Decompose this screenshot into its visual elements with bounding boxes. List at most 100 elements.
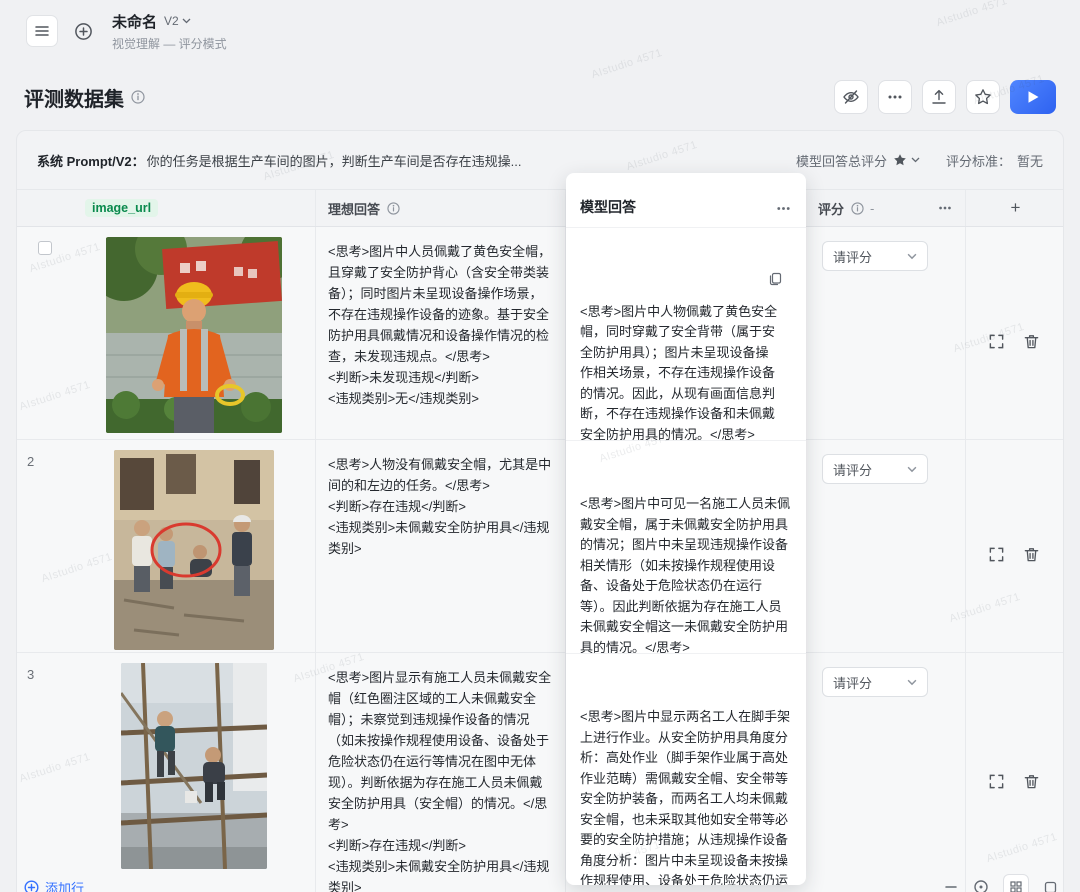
score-placeholder: 请评分 (833, 673, 872, 692)
play-icon (1027, 90, 1040, 104)
footer-tools (943, 874, 1058, 892)
version-selector[interactable]: V2 (164, 14, 191, 28)
eye-off-icon (842, 88, 860, 106)
score-select[interactable]: 请评分 (822, 241, 928, 271)
menu-button[interactable] (26, 15, 58, 47)
footer-collapse-button[interactable] (943, 879, 959, 892)
ideal-answer-text: <思考>图片中人员佩戴了黄色安全帽，且穿戴了安全防护背心（含安全带类装备）；同时… (316, 241, 565, 421)
doc-subtitle: 视觉理解 — 评分模式 (112, 35, 227, 52)
ideal-answer-cell[interactable]: <思考>人物没有佩戴安全帽，尤其是中间的和左边的任务。</思考> <判断>存在违… (316, 440, 566, 652)
more-icon (886, 88, 904, 106)
favorite-button[interactable] (966, 80, 1000, 114)
score-column-more-button[interactable] (937, 200, 953, 216)
hide-columns-button[interactable] (834, 80, 868, 114)
app-header: 未命名 V2 视觉理解 — 评分模式 (0, 0, 1080, 62)
chevron-down-icon (907, 679, 917, 686)
more-icon (775, 200, 792, 217)
header-ideal-answer[interactable]: 理想回答 (316, 190, 566, 226)
model-answer-cell[interactable]: <思考>图片中可见一名施工人员未佩戴安全帽，属于未佩戴安全防护用具的情况；图片中… (566, 440, 806, 653)
expand-row-button[interactable] (988, 456, 1005, 652)
model-column-more-button[interactable] (775, 200, 792, 217)
model-answer-text: <思考>图片中人物佩戴了黄色安全帽，同时穿戴了安全背带（属于安全防护用具）；图片… (580, 302, 792, 441)
table-header-row: image_url 理想回答 评分 - (17, 189, 1063, 227)
score-label: 评分 (818, 199, 844, 218)
score-placeholder: 请评分 (833, 247, 872, 266)
chevron-down-icon (911, 157, 920, 163)
model-answer-text: <思考>图片中显示两名工人在脚手架上进行作业。从安全防护用具角度分析：高处作业（… (580, 707, 792, 885)
add-column-button[interactable]: + (966, 190, 1065, 226)
footer-grid-view-button[interactable] (1003, 874, 1029, 892)
page-title: 评测数据集 (24, 83, 124, 112)
footer-expand-button[interactable] (1043, 880, 1058, 892)
plus-circle-icon (24, 880, 39, 892)
row-number-cell: 2 (17, 440, 73, 652)
more-actions-button[interactable] (878, 80, 912, 114)
total-score-label: 模型回答总评分 (796, 151, 887, 170)
image-url-field-tag[interactable]: image_url (85, 199, 158, 217)
trash-icon (1023, 546, 1040, 563)
ideal-answer-cell[interactable]: <思考>图片中人员佩戴了黄色安全帽，且穿戴了安全防护背心（含安全带类装备）；同时… (316, 227, 566, 439)
row-select-cell (17, 227, 73, 439)
footer-view-button[interactable] (973, 879, 989, 892)
delete-row-button[interactable] (1023, 456, 1040, 652)
ideal-answer-text: <思考>图片显示有施工人员未佩戴安全帽（红色圈注区域的工人未佩戴安全帽）；未察觉… (316, 667, 565, 892)
table-row: 2 <思考>人物没有佩戴安全帽，尤其是中间的和左边的任务。</思考> <判断>存… (17, 440, 1063, 653)
ideal-answer-info-icon[interactable] (387, 202, 400, 215)
row-photo-worker-portrait[interactable] (106, 237, 282, 433)
square-icon (1043, 880, 1058, 892)
fullscreen-icon (988, 333, 1005, 350)
model-answer-header[interactable]: 模型回答 (566, 173, 806, 227)
fullscreen-icon (988, 773, 1005, 790)
header-image-url[interactable]: image_url (73, 190, 316, 226)
copy-icon (768, 272, 782, 286)
model-answer-cell[interactable]: <思考>图片中显示两名工人在脚手架上进行作业。从安全防护用具角度分析：高处作业（… (566, 653, 806, 885)
fullscreen-icon (988, 546, 1005, 563)
dataset-card: 系统 Prompt/V2： 你的任务是根据生产车间的图片，判断生产车间是否存在违… (16, 130, 1064, 892)
score-info-icon[interactable] (851, 202, 864, 215)
table-row: 3 <思考>图片显示有施工人员未佩戴安全帽（红色圈注区域的工人未佩戴安全帽）；未… (17, 653, 1063, 892)
row-checkbox[interactable] (38, 241, 52, 255)
grid-icon (1009, 880, 1023, 892)
image-cell (73, 440, 316, 652)
chevron-down-icon (182, 18, 191, 24)
score-cell: 请评分 (806, 440, 966, 652)
image-cell (73, 653, 316, 892)
total-score-selector[interactable] (893, 153, 920, 167)
new-version-button[interactable] (68, 16, 98, 46)
score-select[interactable]: 请评分 (822, 454, 928, 484)
score-cell: 请评分 (806, 653, 966, 892)
chevron-down-icon (907, 253, 917, 260)
score-placeholder: 请评分 (833, 460, 872, 479)
add-row-button[interactable]: 添加行 (24, 878, 84, 892)
row-number: 2 (27, 454, 34, 652)
plus-icon: + (1011, 198, 1021, 218)
score-dash: - (870, 201, 874, 216)
system-prompt-bar[interactable]: 系统 Prompt/V2： 你的任务是根据生产车间的图片，判断生产车间是否存在违… (17, 131, 1063, 189)
ideal-answer-cell[interactable]: <思考>图片显示有施工人员未佩戴安全帽（红色圈注区域的工人未佩戴安全帽）；未察觉… (316, 653, 566, 892)
row-actions-cell (966, 440, 1065, 652)
plus-circle-icon (74, 22, 93, 41)
trash-icon (1023, 333, 1040, 350)
run-button[interactable] (1010, 80, 1056, 114)
page-title-info-icon[interactable] (131, 90, 145, 104)
upload-icon (930, 88, 948, 106)
expand-row-button[interactable] (988, 243, 1005, 439)
score-select[interactable]: 请评分 (822, 667, 928, 697)
system-prompt-text: 你的任务是根据生产车间的图片，判断生产车间是否存在违规操... (147, 151, 522, 170)
more-icon (937, 200, 953, 216)
delete-row-button[interactable] (1023, 243, 1040, 439)
row-photo-scaffolding[interactable] (121, 663, 267, 869)
system-prompt-label: 系统 Prompt/V2： (37, 151, 145, 170)
delete-row-button[interactable] (1023, 669, 1040, 892)
criteria-value[interactable]: 暂无 (1017, 151, 1043, 170)
copy-button[interactable] (768, 242, 798, 316)
header-score[interactable]: 评分 - (806, 190, 966, 226)
add-row-label: 添加行 (45, 878, 84, 892)
expand-row-button[interactable] (988, 669, 1005, 892)
row-actions-cell (966, 227, 1065, 439)
model-answer-cell[interactable]: <思考>图片中人物佩戴了黄色安全帽，同时穿戴了安全背带（属于安全防护用具）；图片… (566, 227, 806, 440)
criteria-label: 评分标准： (946, 151, 1011, 170)
ideal-answer-label: 理想回答 (328, 199, 380, 218)
row-photo-construction-site[interactable] (114, 450, 274, 650)
export-button[interactable] (922, 80, 956, 114)
